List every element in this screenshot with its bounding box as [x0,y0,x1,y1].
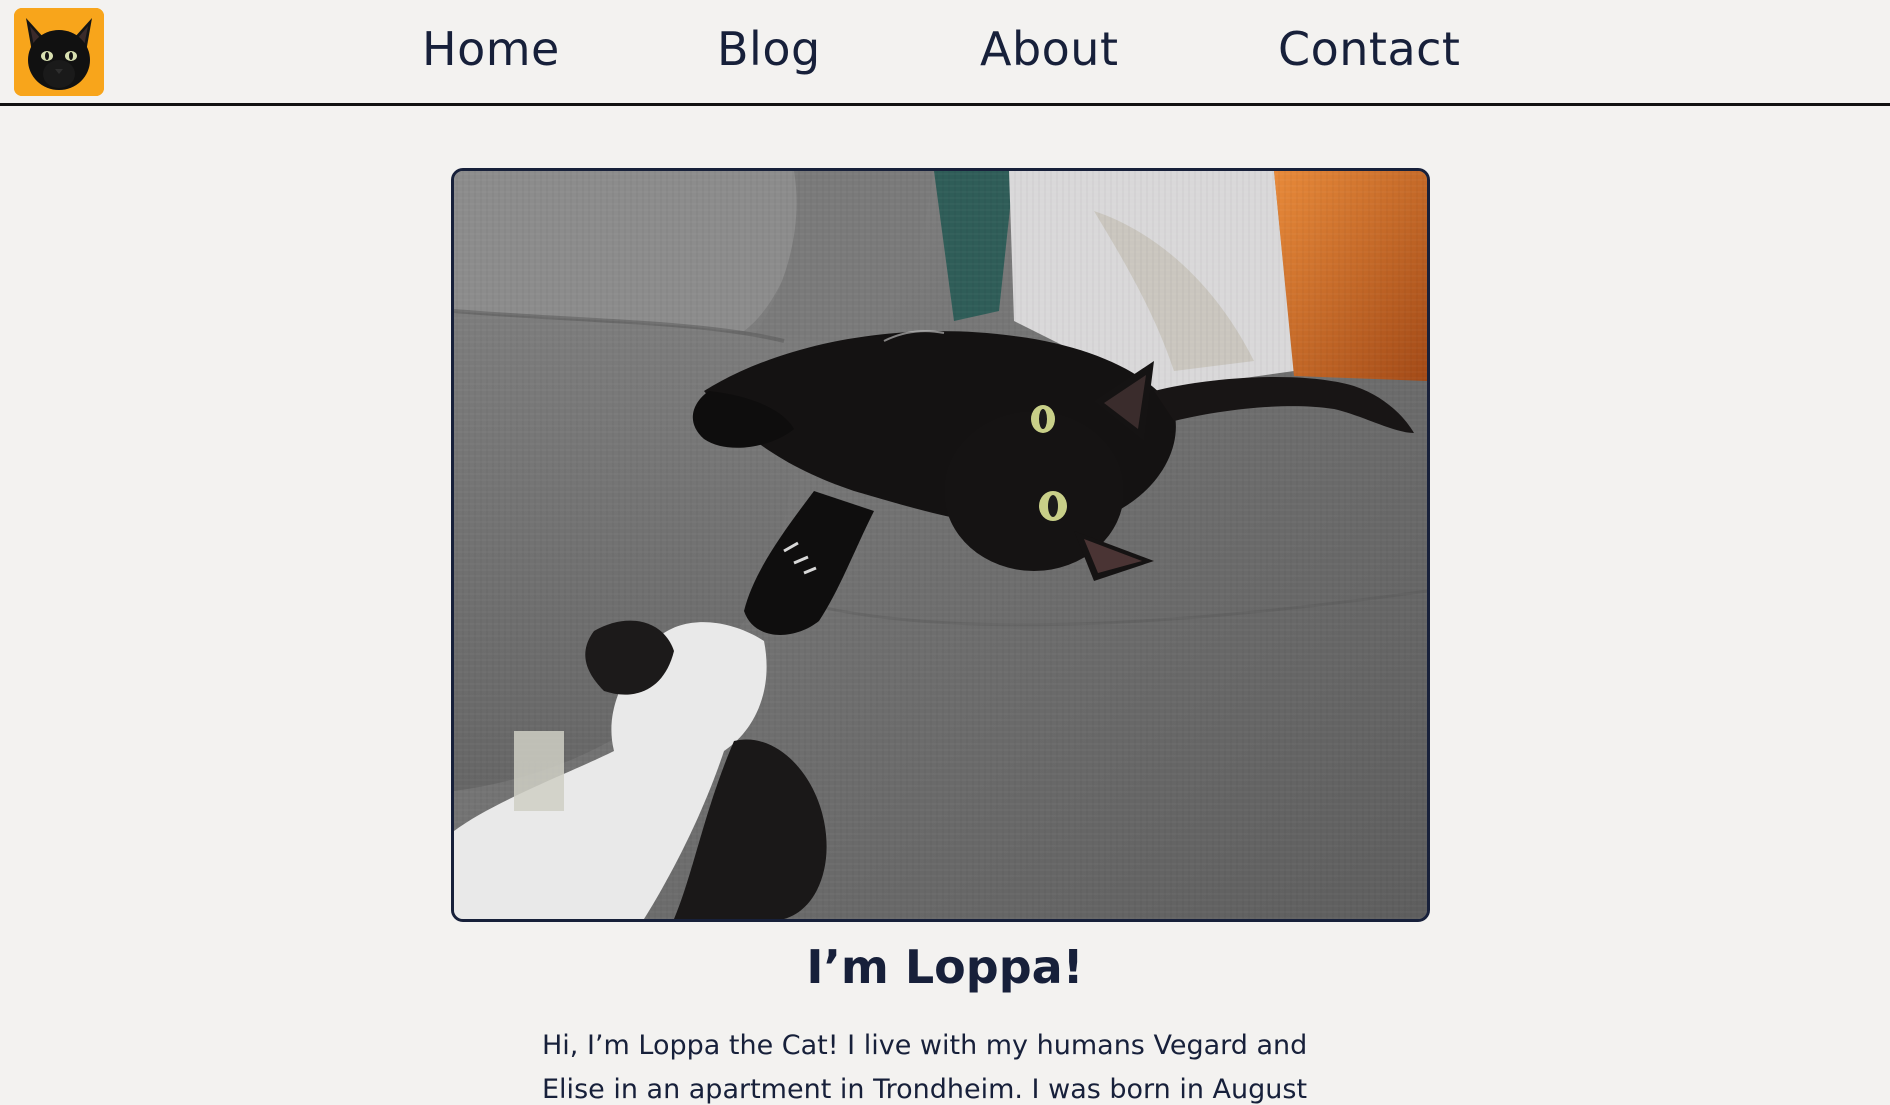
intro-paragraph: Hi, I’m Loppa the Cat! I live with my hu… [542,1030,1308,1105]
nav-blog-link[interactable]: Blog [717,22,821,76]
hero-photo [451,168,1430,922]
site-header: Home Blog About Contact [0,0,1890,106]
nav-contact-link[interactable]: Contact [1278,22,1460,76]
nav-home-link[interactable]: Home [422,22,560,76]
main-nav: Home Blog About Contact [0,0,1890,103]
nav-about-link[interactable]: About [980,22,1119,76]
page: Home Blog About Contact I’m Loppa! Hi, I… [0,0,1890,1105]
page-title: I’m Loppa! [806,940,1084,994]
